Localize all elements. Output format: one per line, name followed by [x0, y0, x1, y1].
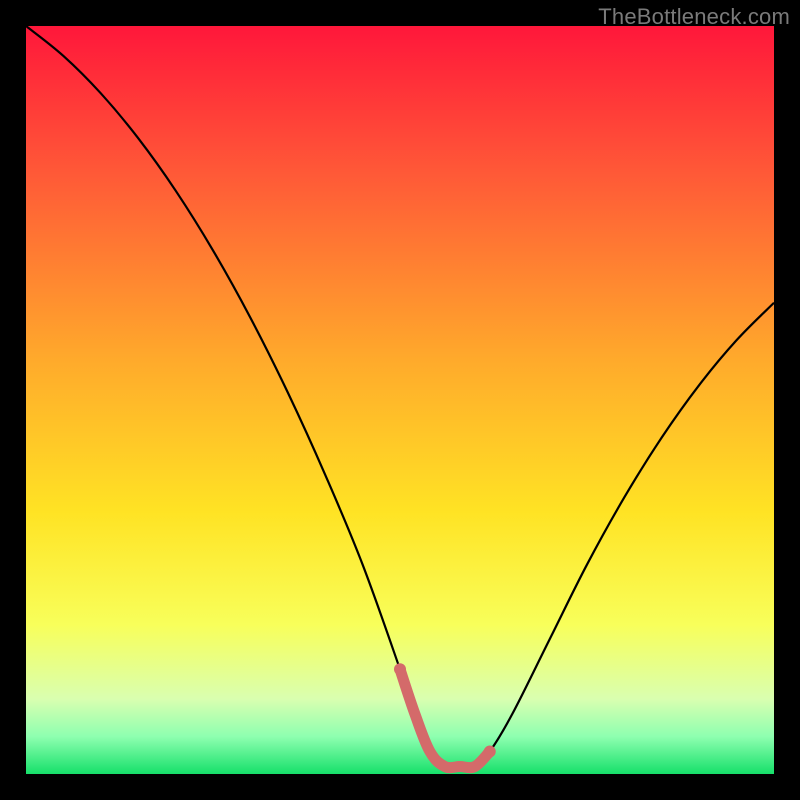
- highlight-start-dot: [394, 663, 406, 675]
- chart-svg: [26, 26, 774, 774]
- watermark-text: TheBottleneck.com: [598, 4, 790, 30]
- highlight-end-dot: [484, 746, 496, 758]
- plot-area: [26, 26, 774, 774]
- chart-frame: TheBottleneck.com: [0, 0, 800, 800]
